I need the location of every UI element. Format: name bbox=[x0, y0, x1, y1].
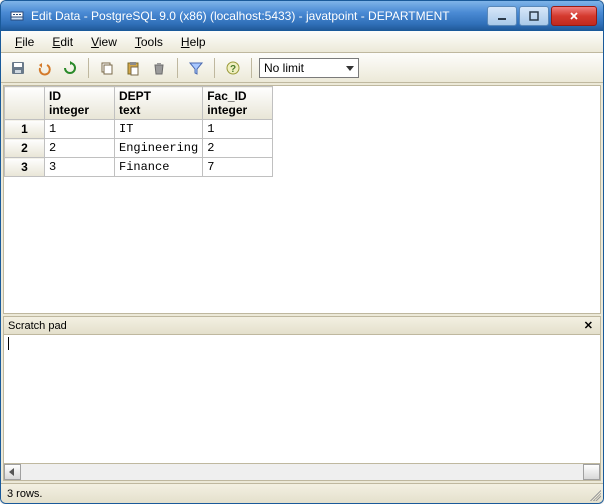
maximize-button[interactable] bbox=[519, 6, 549, 26]
titlebar[interactable]: Edit Data - PostgreSQL 9.0 (x86) (localh… bbox=[1, 1, 603, 31]
menu-file[interactable]: File bbox=[7, 33, 42, 51]
scroll-right-icon[interactable] bbox=[590, 468, 595, 476]
statusbar: 3 rows. bbox=[1, 483, 603, 503]
save-icon[interactable] bbox=[7, 57, 29, 79]
row-limit-select[interactable]: No limit bbox=[259, 58, 359, 78]
undo-icon[interactable] bbox=[33, 57, 55, 79]
cell[interactable]: 3 bbox=[45, 158, 115, 177]
table-row[interactable]: 1 1 IT 1 bbox=[5, 120, 273, 139]
status-text: 3 rows. bbox=[7, 488, 42, 500]
data-grid-area[interactable]: IDinteger DEPTtext Fac_IDinteger 1 1 IT … bbox=[3, 85, 601, 314]
menu-tools[interactable]: Tools bbox=[127, 33, 171, 51]
toolbar: ? No limit bbox=[1, 53, 603, 83]
column-header-id[interactable]: IDinteger bbox=[45, 87, 115, 120]
cell[interactable]: 2 bbox=[45, 139, 115, 158]
scratch-pad-header[interactable]: Scratch pad ✕ bbox=[3, 316, 601, 334]
menu-view[interactable]: View bbox=[83, 33, 125, 51]
cell[interactable]: Finance bbox=[115, 158, 203, 177]
cell[interactable]: 1 bbox=[45, 120, 115, 139]
scratch-pad-text[interactable] bbox=[3, 334, 601, 464]
menubar: File Edit View Tools Help bbox=[1, 31, 603, 53]
resize-grip-icon[interactable] bbox=[587, 487, 601, 501]
separator bbox=[88, 58, 89, 78]
minimize-button[interactable] bbox=[487, 6, 517, 26]
close-button[interactable] bbox=[551, 6, 597, 26]
cell[interactable]: 2 bbox=[203, 139, 273, 158]
column-header-facid[interactable]: Fac_IDinteger bbox=[203, 87, 273, 120]
data-grid[interactable]: IDinteger DEPTtext Fac_IDinteger 1 1 IT … bbox=[4, 86, 273, 177]
row-header[interactable]: 1 bbox=[5, 120, 45, 139]
scratch-pad-title: Scratch pad bbox=[8, 320, 67, 332]
row-header[interactable]: 2 bbox=[5, 139, 45, 158]
help-icon[interactable]: ? bbox=[222, 57, 244, 79]
row-header[interactable]: 3 bbox=[5, 158, 45, 177]
column-header-dept[interactable]: DEPTtext bbox=[115, 87, 203, 120]
row-limit-value: No limit bbox=[264, 61, 304, 75]
cell[interactable]: 7 bbox=[203, 158, 273, 177]
filter-icon[interactable] bbox=[185, 57, 207, 79]
grid-corner[interactable] bbox=[5, 87, 45, 120]
app-icon bbox=[9, 8, 25, 24]
cell[interactable]: IT bbox=[115, 120, 203, 139]
separator bbox=[251, 58, 252, 78]
menu-edit[interactable]: Edit bbox=[44, 33, 81, 51]
window-title: Edit Data - PostgreSQL 9.0 (x86) (localh… bbox=[31, 9, 487, 23]
refresh-icon[interactable] bbox=[59, 57, 81, 79]
delete-icon[interactable] bbox=[148, 57, 170, 79]
cell[interactable]: Engineering bbox=[115, 139, 203, 158]
cell[interactable]: 1 bbox=[203, 120, 273, 139]
separator bbox=[214, 58, 215, 78]
svg-text:?: ? bbox=[230, 64, 236, 75]
table-row[interactable]: 2 2 Engineering 2 bbox=[5, 139, 273, 158]
separator bbox=[177, 58, 178, 78]
menu-help[interactable]: Help bbox=[173, 33, 214, 51]
table-row[interactable]: 3 3 Finance 7 bbox=[5, 158, 273, 177]
app-window: Edit Data - PostgreSQL 9.0 (x86) (localh… bbox=[0, 0, 604, 504]
scroll-left-icon[interactable] bbox=[9, 468, 14, 476]
paste-icon[interactable] bbox=[122, 57, 144, 79]
scratch-close-icon[interactable]: ✕ bbox=[581, 319, 596, 332]
scratch-horizontal-scrollbar[interactable] bbox=[3, 464, 601, 481]
scratch-pad-pane: Scratch pad ✕ bbox=[3, 316, 601, 481]
copy-icon[interactable] bbox=[96, 57, 118, 79]
